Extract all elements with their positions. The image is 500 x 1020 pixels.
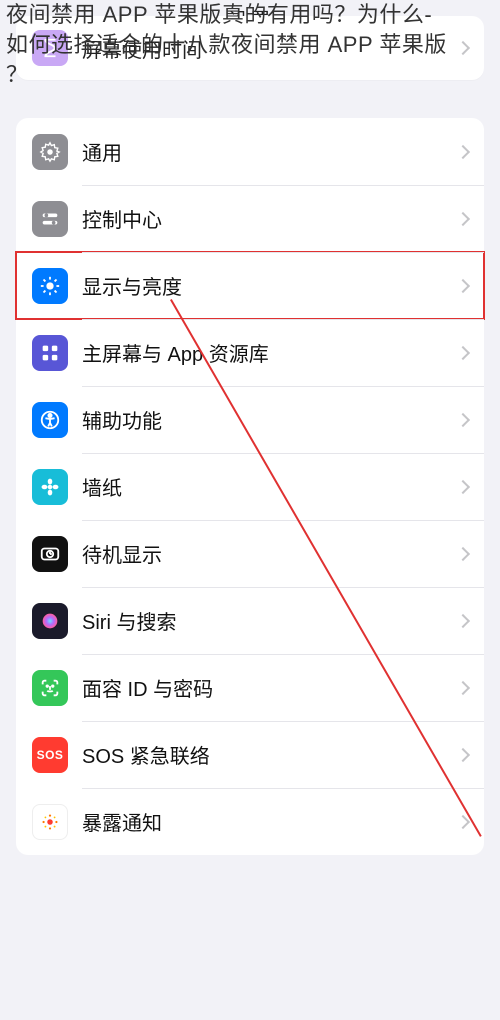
siri-icon xyxy=(32,603,68,639)
row-label: 主屏幕与 App 资源库 xyxy=(82,338,458,367)
chevron-right-icon xyxy=(456,412,470,426)
chevron-right-icon xyxy=(456,41,470,55)
chevron-right-icon xyxy=(456,144,470,158)
chevron-right-icon xyxy=(456,546,470,560)
row-standby[interactable]: 待机显示 xyxy=(16,520,484,587)
row-label: SOS 紧急联络 xyxy=(82,740,458,769)
row-label: 墙纸 xyxy=(82,472,458,501)
chevron-right-icon xyxy=(456,345,470,359)
exposure-icon xyxy=(32,804,68,840)
row-label: 辅助功能 xyxy=(82,405,458,434)
row-wallpaper[interactable]: 墙纸 xyxy=(16,453,484,520)
row-sos[interactable]: SOS SOS 紧急联络 xyxy=(16,721,484,788)
row-label: 显示与亮度 xyxy=(82,271,458,300)
row-homescreen[interactable]: 主屏幕与 App 资源库 xyxy=(16,319,484,386)
row-accessibility[interactable]: 辅助功能 xyxy=(16,386,484,453)
screen-time-row[interactable]: 屏幕使用时间 xyxy=(16,16,484,80)
row-label: 通用 xyxy=(82,137,458,166)
row-faceid[interactable]: 面容 ID 与密码 xyxy=(16,654,484,721)
chevron-right-icon xyxy=(456,680,470,694)
grid-icon xyxy=(32,335,68,371)
row-general[interactable]: 通用 xyxy=(16,118,484,185)
chevron-right-icon xyxy=(456,814,470,828)
clock-icon xyxy=(32,536,68,572)
toggles-icon xyxy=(32,201,68,237)
row-label: 面容 ID 与密码 xyxy=(82,673,458,702)
settings-list: 通用 控制中心 显示与亮度 主屏幕与 App 资源库 辅助功能 墙纸 xyxy=(16,118,484,855)
chevron-right-icon xyxy=(456,613,470,627)
hourglass-icon xyxy=(32,30,68,66)
row-siri[interactable]: Siri 与搜索 xyxy=(16,587,484,654)
chevron-right-icon xyxy=(456,211,470,225)
brightness-icon xyxy=(32,268,68,304)
chevron-right-icon xyxy=(456,278,470,292)
row-label: Siri 与搜索 xyxy=(82,606,458,635)
row-display[interactable]: 显示与亮度 xyxy=(16,252,484,319)
row-label: 控制中心 xyxy=(82,204,458,233)
flower-icon xyxy=(32,469,68,505)
screen-time-label: 屏幕使用时间 xyxy=(82,34,458,63)
chevron-right-icon xyxy=(456,747,470,761)
sos-icon: SOS xyxy=(32,737,68,773)
faceid-icon xyxy=(32,670,68,706)
gear-icon xyxy=(32,134,68,170)
chevron-right-icon xyxy=(456,479,470,493)
row-label: 待机显示 xyxy=(82,539,458,568)
accessibility-icon xyxy=(32,402,68,438)
row-label: 暴露通知 xyxy=(82,807,458,836)
row-control-center[interactable]: 控制中心 xyxy=(16,185,484,252)
row-exposure[interactable]: 暴露通知 xyxy=(16,788,484,855)
